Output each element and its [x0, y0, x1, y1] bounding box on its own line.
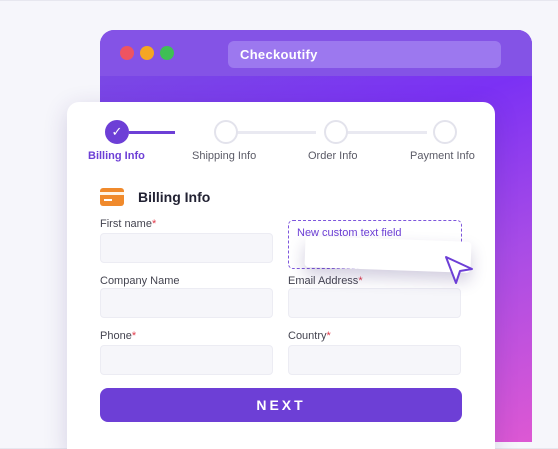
email-label: Email Address* [288, 275, 363, 287]
checkout-stepper: ✓ Billing Info Shipping Info Order Info … [67, 102, 495, 172]
first-name-input[interactable] [100, 233, 273, 263]
phone-input[interactable] [100, 345, 273, 375]
company-name-input[interactable] [100, 288, 273, 318]
section-title: Billing Info [138, 189, 211, 205]
country-label: Country* [288, 330, 331, 342]
step-payment-circle[interactable] [433, 120, 457, 144]
step-label-order[interactable]: Order Info [308, 150, 358, 162]
step-connector-3 [346, 131, 427, 134]
cursor-arrow-icon [445, 256, 473, 284]
next-button[interactable]: NEXT [100, 388, 462, 422]
phone-label: Phone* [100, 330, 137, 342]
company-name-label: Company Name [100, 275, 180, 287]
maximize-window-dot[interactable] [160, 46, 174, 60]
step-order-circle[interactable] [324, 120, 348, 144]
close-window-dot[interactable] [120, 46, 134, 60]
first-name-label: First name* [100, 218, 157, 230]
address-bar[interactable]: Checkoutify [228, 41, 501, 68]
section-header: Billing Info [100, 186, 210, 208]
credit-card-icon [100, 188, 124, 206]
browser-toolbar: Checkoutify [100, 30, 532, 76]
country-input[interactable] [288, 345, 461, 375]
step-label-shipping[interactable]: Shipping Info [192, 150, 256, 162]
minimize-window-dot[interactable] [140, 46, 154, 60]
step-connector-2 [236, 131, 316, 134]
step-connector-1 [129, 131, 175, 134]
email-input[interactable] [288, 288, 461, 318]
step-label-billing[interactable]: Billing Info [88, 150, 145, 162]
step-label-payment[interactable]: Payment Info [410, 150, 475, 162]
checkout-form-card: ✓ Billing Info Shipping Info Order Info … [67, 102, 495, 449]
step-shipping-circle[interactable] [214, 120, 238, 144]
step-billing-check-icon[interactable]: ✓ [105, 120, 129, 144]
